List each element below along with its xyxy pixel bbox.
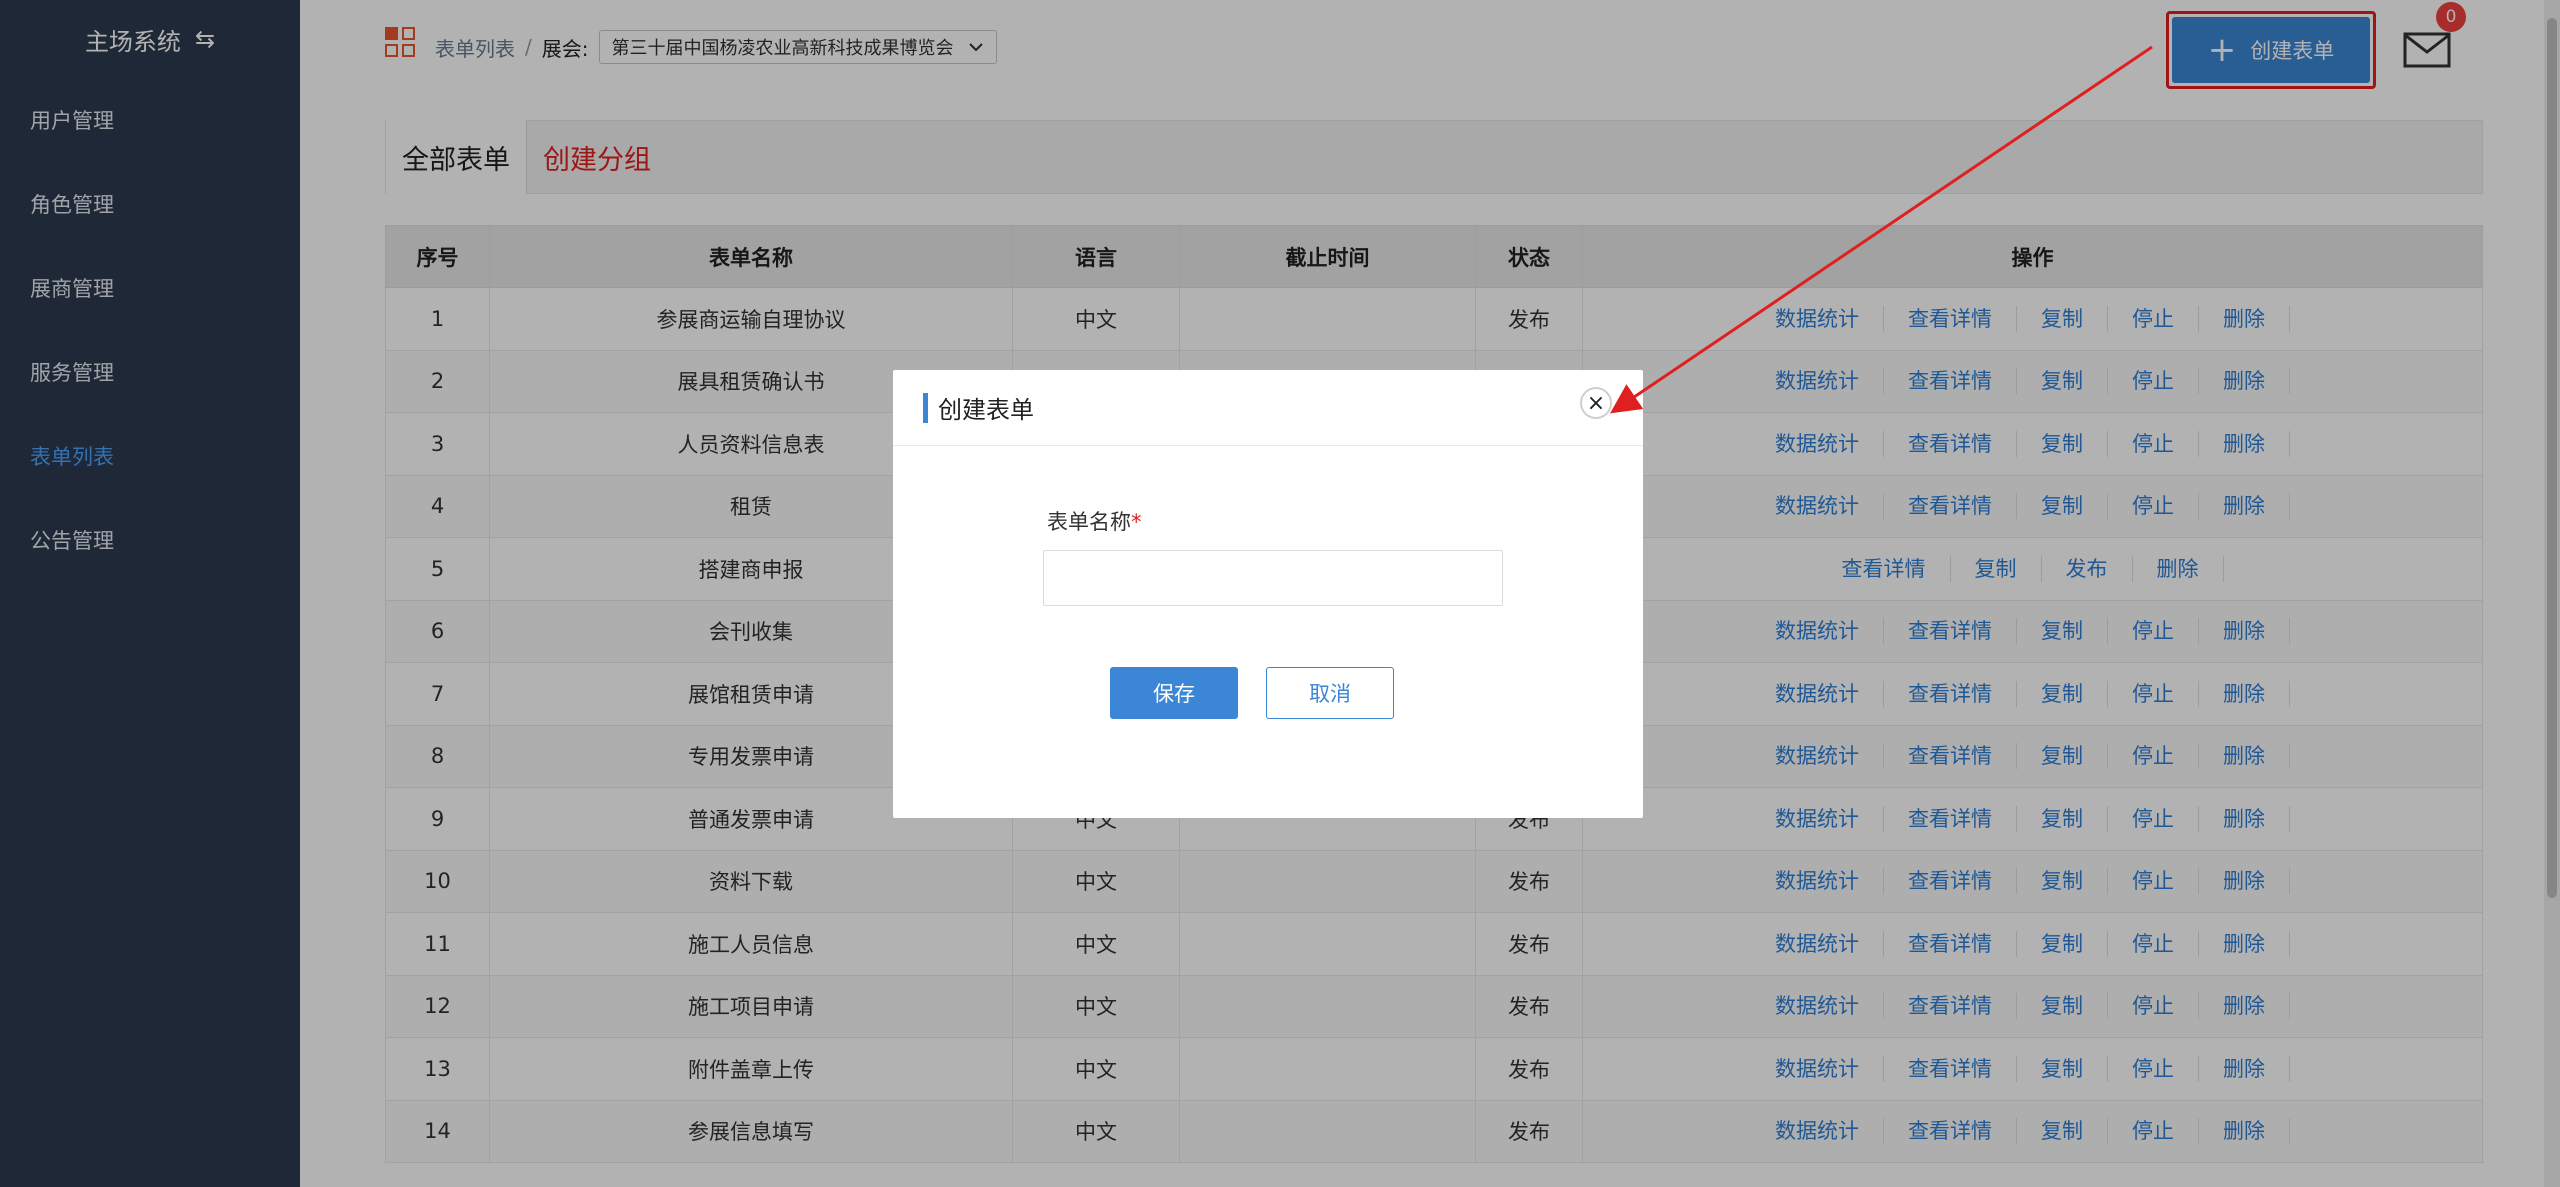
create-form-dialog: 创建表单 × 表单名称* 保存 取消 — [893, 370, 1643, 818]
form-name-label: 表单名称* — [1047, 506, 1142, 536]
title-accent-bar — [923, 392, 928, 423]
form-name-label-text: 表单名称 — [1047, 510, 1131, 534]
close-icon[interactable]: × — [1580, 387, 1612, 419]
form-name-input[interactable] — [1043, 550, 1503, 606]
dialog-title: 创建表单 — [938, 396, 1034, 424]
dialog-header: 创建表单 — [893, 370, 1643, 446]
cancel-button[interactable]: 取消 — [1266, 667, 1394, 719]
save-button[interactable]: 保存 — [1110, 667, 1238, 719]
required-mark: * — [1131, 510, 1142, 534]
